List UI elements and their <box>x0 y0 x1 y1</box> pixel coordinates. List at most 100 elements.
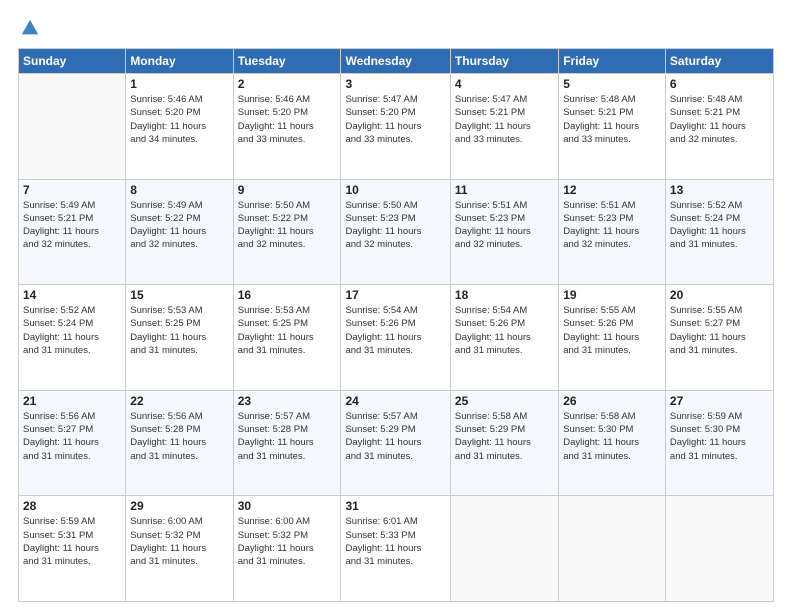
calendar-cell: 7 Sunrise: 5:49 AMSunset: 5:21 PMDaylight… <box>19 179 126 285</box>
day-number: 7 <box>23 183 121 197</box>
day-number: 22 <box>130 394 228 408</box>
day-number: 27 <box>670 394 769 408</box>
day-info: Sunrise: 6:00 AMSunset: 5:32 PMDaylight:… <box>238 515 337 568</box>
calendar-cell <box>19 74 126 180</box>
day-info: Sunrise: 5:55 AMSunset: 5:27 PMDaylight:… <box>670 304 769 357</box>
day-number: 1 <box>130 77 228 91</box>
day-info: Sunrise: 5:55 AMSunset: 5:26 PMDaylight:… <box>563 304 661 357</box>
logo <box>18 18 44 38</box>
day-number: 25 <box>455 394 554 408</box>
day-info: Sunrise: 5:52 AMSunset: 5:24 PMDaylight:… <box>670 199 769 252</box>
header-day-sunday: Sunday <box>19 49 126 74</box>
header-day-saturday: Saturday <box>665 49 773 74</box>
day-info: Sunrise: 5:56 AMSunset: 5:27 PMDaylight:… <box>23 410 121 463</box>
day-info: Sunrise: 5:51 AMSunset: 5:23 PMDaylight:… <box>563 199 661 252</box>
calendar-cell: 23 Sunrise: 5:57 AMSunset: 5:28 PMDayligh… <box>233 390 341 496</box>
day-number: 2 <box>238 77 337 91</box>
calendar-cell: 6 Sunrise: 5:48 AMSunset: 5:21 PMDaylight… <box>665 74 773 180</box>
day-info: Sunrise: 5:53 AMSunset: 5:25 PMDaylight:… <box>130 304 228 357</box>
calendar-cell: 24 Sunrise: 5:57 AMSunset: 5:29 PMDayligh… <box>341 390 450 496</box>
day-info: Sunrise: 5:59 AMSunset: 5:30 PMDaylight:… <box>670 410 769 463</box>
day-number: 26 <box>563 394 661 408</box>
calendar-cell: 17Sunrise: 5:54 AMSunset: 5:26 PMDayligh… <box>341 285 450 391</box>
calendar-cell: 1Sunrise: 5:46 AMSunset: 5:20 PMDaylight… <box>126 74 233 180</box>
day-number: 14 <box>23 288 121 302</box>
calendar-cell: 30 Sunrise: 6:00 AMSunset: 5:32 PMDayligh… <box>233 496 341 602</box>
day-info: Sunrise: 5:49 AMSunset: 5:21 PMDaylight:… <box>23 199 121 252</box>
day-number: 13 <box>670 183 769 197</box>
day-info: Sunrise: 5:59 AMSunset: 5:31 PMDaylight:… <box>23 515 121 568</box>
day-number: 21 <box>23 394 121 408</box>
calendar-week-row: 1 Sunrise: 5:46 AMSunset: 5:20 PMDaylight… <box>19 74 774 180</box>
day-number: 29 <box>130 499 228 513</box>
day-number: 5 <box>563 77 661 91</box>
calendar-cell: 10 Sunrise: 5:50 AMSunset: 5:23 PMDayligh… <box>341 179 450 285</box>
day-number: 20 <box>670 288 769 302</box>
calendar-cell: 2 Sunrise: 5:46 AMSunset: 5:20 PMDaylight… <box>233 74 341 180</box>
day-info: Sunrise: 5:57 AMSunset: 5:29 PMDaylight:… <box>345 410 445 463</box>
header-day-tuesday: Tuesday <box>233 49 341 74</box>
day-number: 4 <box>455 77 554 91</box>
day-info: Sunrise: 5:53 AMSunset: 5:25 PMDaylight:… <box>238 304 337 357</box>
day-info: Sunrise: 5:54 AMSunset: 5:26 PMDaylight:… <box>345 304 445 357</box>
day-info: Sunrise: 5:54 AMSunset: 5:26 PMDaylight:… <box>455 304 554 357</box>
day-number: 11 <box>455 183 554 197</box>
day-info: Sunrise: 5:52 AMSunset: 5:24 PMDaylight:… <box>23 304 121 357</box>
calendar-cell: 20 Sunrise: 5:55 AMSunset: 5:27 PMDayligh… <box>665 285 773 391</box>
day-info: Sunrise: 5:56 AMSunset: 5:28 PMDaylight:… <box>130 410 228 463</box>
calendar-cell <box>559 496 666 602</box>
day-number: 30 <box>238 499 337 513</box>
day-info: Sunrise: 5:51 AMSunset: 5:23 PMDaylight:… <box>455 199 554 252</box>
calendar-cell: 13 Sunrise: 5:52 AMSunset: 5:24 PMDayligh… <box>665 179 773 285</box>
day-number: 15 <box>130 288 228 302</box>
day-info: Sunrise: 5:49 AMSunset: 5:22 PMDaylight:… <box>130 199 228 252</box>
day-number: 19 <box>563 288 661 302</box>
day-info: Sunrise: 5:46 AMSunset: 5:20 PMDaylight:… <box>238 93 337 146</box>
header <box>18 18 774 38</box>
logo-icon <box>20 18 40 38</box>
calendar-week-row: 21 Sunrise: 5:56 AMSunset: 5:27 PMDayligh… <box>19 390 774 496</box>
header-day-thursday: Thursday <box>450 49 558 74</box>
day-number: 18 <box>455 288 554 302</box>
calendar-cell: 3 Sunrise: 5:47 AMSunset: 5:20 PMDaylight… <box>341 74 450 180</box>
calendar-cell: 29 Sunrise: 6:00 AMSunset: 5:32 PMDayligh… <box>126 496 233 602</box>
day-info: Sunrise: 5:58 AMSunset: 5:29 PMDaylight:… <box>455 410 554 463</box>
calendar-cell: 26 Sunrise: 5:58 AMSunset: 5:30 PMDayligh… <box>559 390 666 496</box>
calendar-cell: 31Sunrise: 6:01 AMSunset: 5:33 PMDayligh… <box>341 496 450 602</box>
day-number: 16 <box>238 288 337 302</box>
calendar-week-row: 28 Sunrise: 5:59 AMSunset: 5:31 PMDayligh… <box>19 496 774 602</box>
day-info: Sunrise: 5:50 AMSunset: 5:22 PMDaylight:… <box>238 199 337 252</box>
day-number: 3 <box>345 77 445 91</box>
calendar-week-row: 7 Sunrise: 5:49 AMSunset: 5:21 PMDaylight… <box>19 179 774 285</box>
day-info: Sunrise: 5:50 AMSunset: 5:23 PMDaylight:… <box>345 199 445 252</box>
calendar-cell: 18 Sunrise: 5:54 AMSunset: 5:26 PMDayligh… <box>450 285 558 391</box>
day-info: Sunrise: 5:47 AMSunset: 5:21 PMDaylight:… <box>455 93 554 146</box>
day-info: Sunrise: 5:48 AMSunset: 5:21 PMDaylight:… <box>670 93 769 146</box>
calendar-cell: 8 Sunrise: 5:49 AMSunset: 5:22 PMDaylight… <box>126 179 233 285</box>
day-number: 9 <box>238 183 337 197</box>
day-number: 10 <box>345 183 445 197</box>
day-number: 6 <box>670 77 769 91</box>
calendar-cell: 27 Sunrise: 5:59 AMSunset: 5:30 PMDayligh… <box>665 390 773 496</box>
day-info: Sunrise: 5:58 AMSunset: 5:30 PMDaylight:… <box>563 410 661 463</box>
calendar-cell: 11 Sunrise: 5:51 AMSunset: 5:23 PMDayligh… <box>450 179 558 285</box>
day-number: 8 <box>130 183 228 197</box>
page: SundayMondayTuesdayWednesdayThursdayFrid… <box>0 0 792 612</box>
calendar-cell: 19 Sunrise: 5:55 AMSunset: 5:26 PMDayligh… <box>559 285 666 391</box>
day-number: 23 <box>238 394 337 408</box>
calendar-week-row: 14 Sunrise: 5:52 AMSunset: 5:24 PMDayligh… <box>19 285 774 391</box>
calendar-cell <box>665 496 773 602</box>
day-number: 28 <box>23 499 121 513</box>
day-number: 24 <box>345 394 445 408</box>
day-info: Sunrise: 5:47 AMSunset: 5:20 PMDaylight:… <box>345 93 445 146</box>
day-info: Sunrise: 5:57 AMSunset: 5:28 PMDaylight:… <box>238 410 337 463</box>
calendar-body: 1 Sunrise: 5:46 AMSunset: 5:20 PMDaylight… <box>19 74 774 602</box>
calendar-cell: 5Sunrise: 5:48 AMSunset: 5:21 PMDaylight… <box>559 74 666 180</box>
calendar-header-row: SundayMondayTuesdayWednesdayThursdayFrid… <box>19 49 774 74</box>
calendar-cell: 25 Sunrise: 5:58 AMSunset: 5:29 PMDayligh… <box>450 390 558 496</box>
calendar-cell: 4 Sunrise: 5:47 AMSunset: 5:21 PMDaylight… <box>450 74 558 180</box>
header-day-monday: Monday <box>126 49 233 74</box>
header-day-friday: Friday <box>559 49 666 74</box>
day-info: Sunrise: 6:00 AMSunset: 5:32 PMDaylight:… <box>130 515 228 568</box>
calendar-cell: 22 Sunrise: 5:56 AMSunset: 5:28 PMDayligh… <box>126 390 233 496</box>
